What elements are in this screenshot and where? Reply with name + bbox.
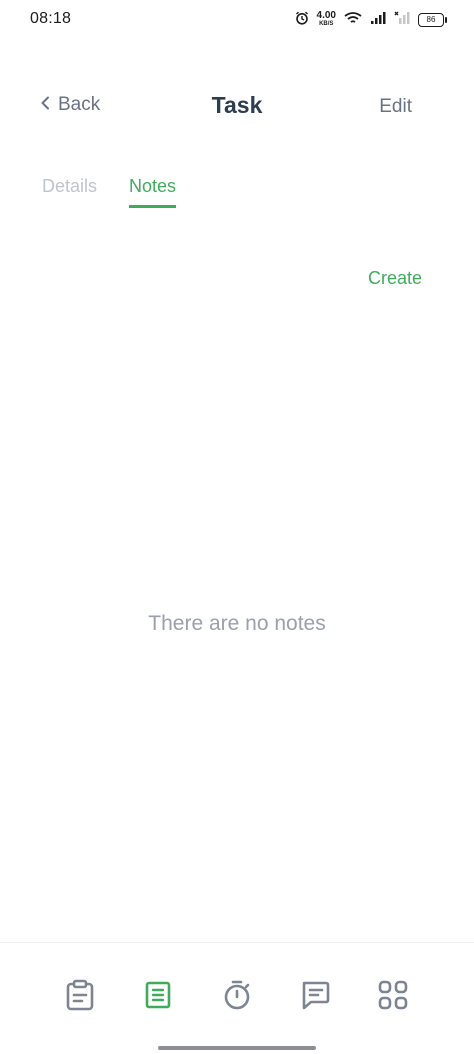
signal-icon: [370, 11, 386, 30]
net-speed-unit: KB/S: [319, 21, 334, 27]
chat-icon: [299, 979, 331, 1016]
back-button[interactable]: Back: [40, 94, 100, 116]
status-icons: 4.00 KB/S 86: [295, 10, 447, 30]
battery-icon: 86: [418, 13, 447, 27]
create-note-button[interactable]: Create: [368, 268, 422, 289]
status-time: 08:18: [30, 10, 72, 27]
wifi-icon: [344, 11, 362, 30]
net-speed-value: 4.00: [316, 10, 336, 21]
tab-details[interactable]: Details: [42, 176, 97, 208]
timer-icon: [221, 979, 253, 1016]
signal-off-icon: [394, 11, 410, 30]
nav-timer[interactable]: [219, 979, 255, 1015]
tab-bar: Details Notes: [42, 176, 177, 208]
alarm-icon: [295, 11, 309, 30]
bottom-nav: [0, 942, 474, 1054]
chevron-left-icon: [40, 94, 50, 116]
net-speed: 4.00 KB/S: [316, 10, 336, 28]
nav-tasks[interactable]: [62, 979, 98, 1015]
header: Back Task Edit: [0, 80, 474, 136]
grid-icon: [377, 979, 409, 1016]
notes-icon: [144, 980, 172, 1015]
nav-notes[interactable]: [140, 979, 176, 1015]
clipboard-icon: [65, 979, 95, 1016]
back-label: Back: [58, 94, 101, 115]
nav-more[interactable]: [375, 979, 411, 1015]
home-indicator[interactable]: [158, 1046, 316, 1050]
nav-messages[interactable]: [297, 979, 333, 1015]
status-bar: 08:18 4.00 KB/S 86: [0, 0, 474, 40]
tab-notes[interactable]: Notes: [129, 176, 177, 208]
edit-button[interactable]: Edit: [379, 96, 412, 118]
empty-notes-message: There are no notes: [148, 612, 326, 635]
